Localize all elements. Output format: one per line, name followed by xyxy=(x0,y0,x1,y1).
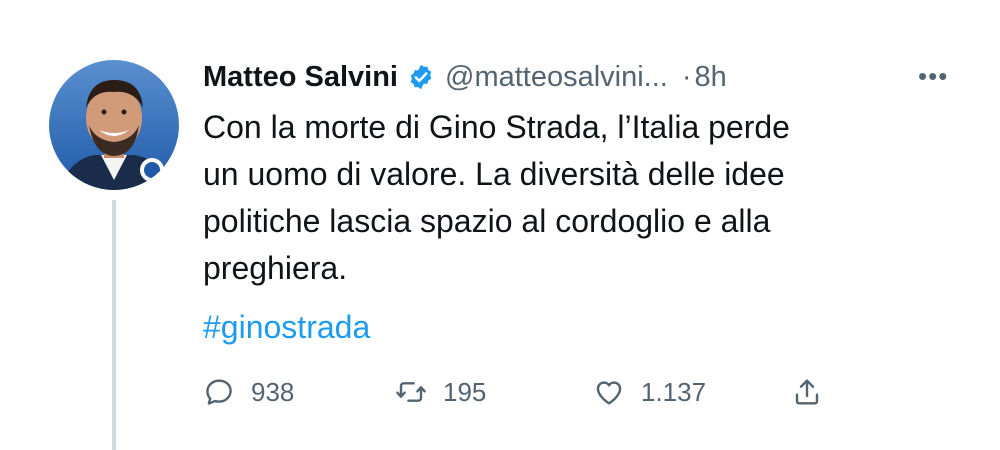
tweet-text-line: politiche lascia spazio al cordoglio e a… xyxy=(203,203,771,239)
separator-dot: · xyxy=(681,60,692,93)
retweet-button[interactable]: 195 xyxy=(395,372,486,412)
tweet-header: Matteo Salvini @matteosalvini... · 8h xyxy=(203,57,727,97)
thread-line xyxy=(112,200,116,450)
avatar[interactable] xyxy=(49,60,179,190)
reply-count: 938 xyxy=(251,376,295,407)
tweet-time[interactable]: 8h xyxy=(695,61,727,94)
author-name[interactable]: Matteo Salvini xyxy=(203,61,398,94)
retweet-count: 195 xyxy=(443,376,487,407)
verified-badge-icon xyxy=(410,64,432,90)
tweet-text-line: preghiera. xyxy=(203,250,348,286)
heart-icon xyxy=(596,381,622,405)
tweet-text-line: un uomo di valore. La diversità delle id… xyxy=(203,156,785,192)
like-button[interactable]: 1.137 xyxy=(593,372,706,412)
reply-button[interactable]: 938 xyxy=(203,372,294,412)
reply-icon xyxy=(206,379,232,405)
more-options-icon[interactable]: ••• xyxy=(918,62,958,90)
profile-photo xyxy=(49,60,179,190)
author-handle[interactable]: @matteosalvini... xyxy=(445,61,668,94)
hashtag-link[interactable]: #ginostrada xyxy=(203,304,370,351)
retweet-icon xyxy=(396,382,426,402)
tweet-text-line: Con la morte di Gino Strada, l’Italia pe… xyxy=(203,109,790,145)
tweet-text: Con la morte di Gino Strada, l’Italia pe… xyxy=(203,104,973,292)
tweet-actions: 938 195 1.137 xyxy=(203,372,843,412)
share-icon xyxy=(795,379,819,405)
like-count: 1.137 xyxy=(641,376,707,407)
share-button[interactable] xyxy=(791,372,823,412)
